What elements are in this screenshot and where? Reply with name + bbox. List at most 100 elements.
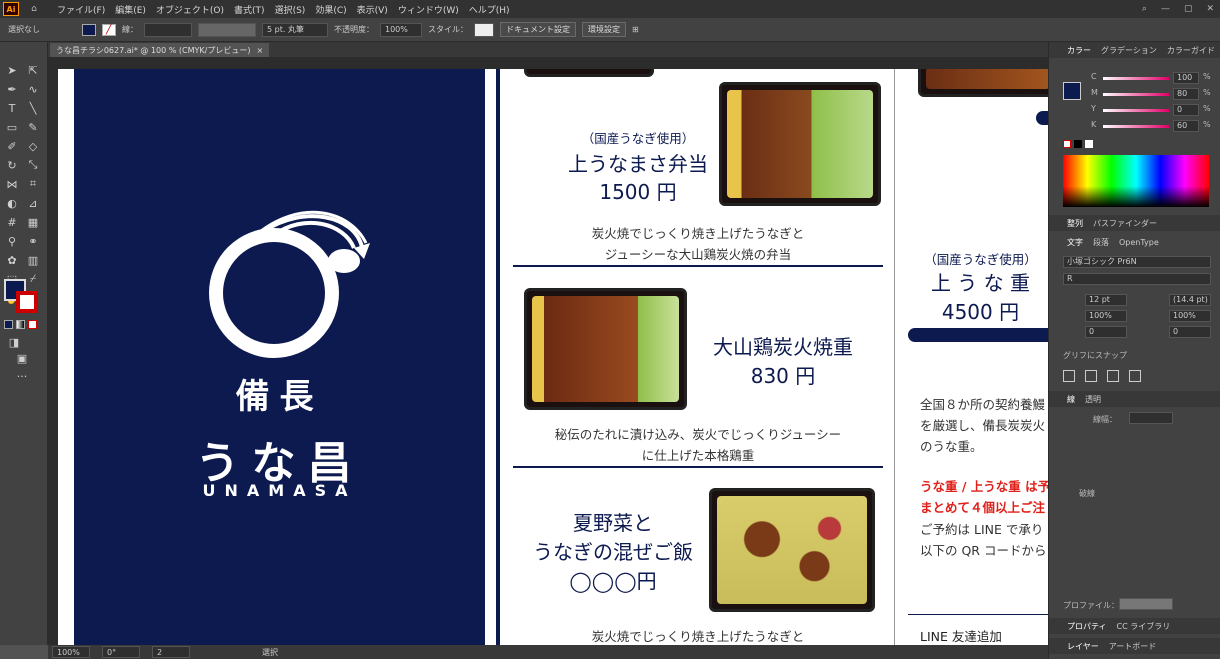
panel-tab[interactable]: 線: [1067, 394, 1075, 405]
stroke-color-box[interactable]: [16, 291, 38, 313]
panel-tab[interactable]: 透明: [1085, 394, 1101, 405]
menu-item[interactable]: ヘルプ(H): [469, 3, 510, 16]
width-tool-icon[interactable]: ⋈: [4, 176, 20, 192]
cmyk-value-input[interactable]: 0: [1173, 104, 1199, 116]
selection-tool-icon[interactable]: ➤: [4, 62, 20, 78]
opacity-input[interactable]: 100%: [380, 22, 422, 37]
minimize-icon[interactable]: —: [1161, 4, 1170, 14]
menu-item[interactable]: 選択(S): [275, 3, 306, 16]
cmyk-slider[interactable]: [1103, 109, 1169, 112]
menu-item[interactable]: 編集(E): [115, 3, 146, 16]
cmyk-value-input[interactable]: 100: [1173, 72, 1199, 84]
menu-item[interactable]: ファイル(F): [57, 3, 105, 16]
free-transform-tool-icon[interactable]: ⌗: [25, 176, 41, 192]
tracking-input[interactable]: 0: [1169, 326, 1211, 338]
gradient-mode-icon[interactable]: [16, 320, 25, 329]
menu-item[interactable]: 表示(V): [357, 3, 388, 16]
cmyk-slider[interactable]: [1103, 93, 1169, 96]
black-swatch-icon[interactable]: [1074, 140, 1082, 148]
close-icon[interactable]: ✕: [1206, 4, 1214, 14]
draw-mode-icon[interactable]: ◨: [6, 334, 22, 350]
snap-proximity-icon[interactable]: [1129, 370, 1141, 382]
page-input[interactable]: 2: [152, 646, 190, 658]
gradient-tool-icon[interactable]: ▦: [25, 214, 41, 230]
fill-swatch[interactable]: [82, 23, 96, 36]
kerning-input[interactable]: 0: [1085, 326, 1127, 338]
menu-item[interactable]: ウィンドウ(W): [398, 3, 459, 16]
none-swatch-icon[interactable]: [1063, 140, 1071, 148]
rotate-tool-icon[interactable]: ↻: [4, 157, 20, 173]
color-mode-icon[interactable]: [4, 320, 13, 329]
direct-selection-tool-icon[interactable]: ⇱: [25, 62, 41, 78]
rectangle-tool-icon[interactable]: ▭: [4, 119, 20, 135]
blend-tool-icon[interactable]: ⚭: [25, 233, 41, 249]
cmyk-value-input[interactable]: 60: [1173, 120, 1199, 132]
stroke-weight-field[interactable]: [1129, 412, 1173, 424]
panel-fill-icon[interactable]: [1063, 82, 1081, 100]
document-setup-button[interactable]: ドキュメント設定: [500, 22, 576, 37]
shape-builder-tool-icon[interactable]: ◐: [4, 195, 20, 211]
arrange-icon[interactable]: ⊞: [632, 25, 639, 34]
panel-tab[interactable]: レイヤー: [1067, 641, 1099, 652]
panel-tab[interactable]: カラー: [1067, 45, 1091, 56]
profile-select[interactable]: [1119, 598, 1173, 610]
snap-baseline-icon[interactable]: [1085, 370, 1097, 382]
close-tab-icon[interactable]: ×: [256, 46, 263, 55]
type-tool-icon[interactable]: T: [4, 100, 20, 116]
menu-item[interactable]: オブジェクト(O): [156, 3, 224, 16]
rotate-select[interactable]: 0°: [102, 646, 140, 658]
brush-select[interactable]: 5 pt. 丸筆: [262, 22, 328, 37]
variable-width-input[interactable]: [198, 22, 256, 37]
leading-input[interactable]: (14.4 pt): [1169, 294, 1211, 306]
none-mode-icon[interactable]: [28, 320, 37, 329]
stroke-swatch[interactable]: ╱: [102, 23, 116, 36]
graph-tool-icon[interactable]: ▥: [25, 252, 41, 268]
preferences-button[interactable]: 環境設定: [582, 22, 626, 37]
panel-tab[interactable]: パスファインダー: [1093, 218, 1157, 229]
eyedropper-tool-icon[interactable]: ⚲: [4, 233, 20, 249]
font-size-input[interactable]: 12 pt: [1085, 294, 1127, 306]
cmyk-slider[interactable]: [1103, 125, 1169, 128]
cmyk-slider[interactable]: [1103, 77, 1169, 80]
panel-tab[interactable]: プロパティ: [1067, 621, 1107, 632]
stroke-weight-input[interactable]: [144, 22, 192, 37]
panel-tab[interactable]: アートボード: [1109, 641, 1157, 652]
horizontal-scale-input[interactable]: 100%: [1169, 310, 1211, 322]
style-select[interactable]: [474, 22, 494, 37]
color-spectrum[interactable]: [1063, 155, 1209, 207]
vertical-scale-input[interactable]: 100%: [1085, 310, 1127, 322]
paintbrush-tool-icon[interactable]: ✎: [25, 119, 41, 135]
font-weight-select[interactable]: R: [1063, 273, 1211, 285]
document-tab[interactable]: うな昌チラシ0627.ai* @ 100 % (CMYK/プレビュー) ×: [50, 43, 270, 57]
curvature-tool-icon[interactable]: ∿: [25, 81, 41, 97]
cmyk-value-input[interactable]: 80: [1173, 88, 1199, 100]
artboard[interactable]: 備長 うな昌 UNAMASA （国産うなぎ使用） 上うなまさ弁当 1500 円 …: [58, 69, 1048, 645]
panel-tab[interactable]: CC ライブラリ: [1117, 621, 1171, 632]
screen-mode-icon[interactable]: ▣: [14, 350, 30, 366]
zoom-select[interactable]: 100%: [52, 646, 90, 658]
panel-tab[interactable]: 整列: [1067, 218, 1083, 229]
fill-stroke-widget[interactable]: [4, 279, 40, 315]
panel-tab[interactable]: 文字: [1067, 237, 1083, 248]
maximize-icon[interactable]: ▢: [1184, 4, 1193, 14]
symbol-sprayer-tool-icon[interactable]: ✿: [4, 252, 20, 268]
more-tools-icon[interactable]: ···: [14, 368, 30, 384]
home-icon[interactable]: ⌂: [25, 4, 43, 14]
shaper-tool-icon[interactable]: ✐: [4, 138, 20, 154]
snap-glyph-icon[interactable]: [1063, 370, 1075, 382]
panel-tab[interactable]: カラーガイド: [1167, 45, 1215, 56]
pen-tool-icon[interactable]: ✒: [4, 81, 20, 97]
panel-tab[interactable]: OpenType: [1119, 238, 1159, 247]
line-tool-icon[interactable]: ╲: [25, 100, 41, 116]
perspective-tool-icon[interactable]: ⊿: [25, 195, 41, 211]
panel-tab[interactable]: 段落: [1093, 237, 1109, 248]
snap-angle-icon[interactable]: [1107, 370, 1119, 382]
font-family-select[interactable]: 小塚ゴシック Pr6N: [1063, 256, 1211, 268]
menu-item[interactable]: 効果(C): [315, 3, 346, 16]
mesh-tool-icon[interactable]: #: [4, 214, 20, 230]
search-icon[interactable]: ⌕: [1142, 4, 1147, 14]
panel-tab[interactable]: グラデーション: [1101, 45, 1157, 56]
scale-tool-icon[interactable]: ⤡: [25, 157, 41, 173]
white-swatch-icon[interactable]: [1085, 140, 1093, 148]
menu-item[interactable]: 書式(T): [234, 3, 265, 16]
